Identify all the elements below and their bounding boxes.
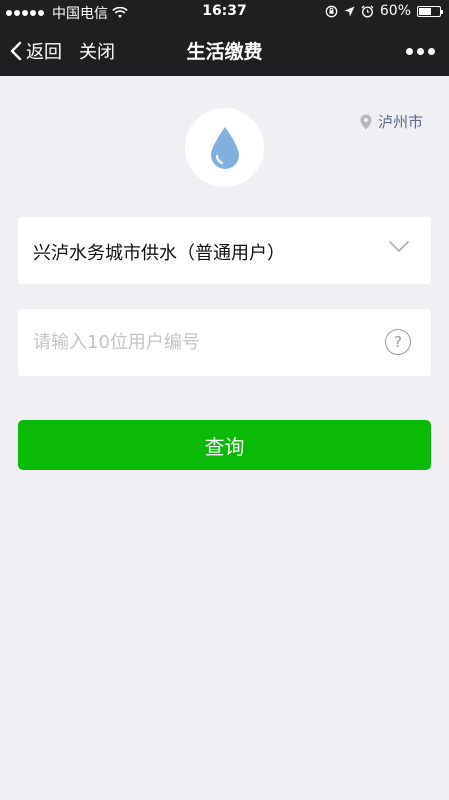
location-arrow-icon — [344, 6, 355, 16]
battery-fill — [419, 7, 431, 15]
location-selector[interactable]: 泸州市 — [360, 111, 423, 132]
battery-icon — [417, 5, 443, 17]
company-select[interactable]: 兴泸水务城市供水（普通用户） — [18, 217, 431, 284]
more-dot-icon — [417, 48, 424, 55]
status-right: 60% — [325, 3, 443, 19]
chevron-down-icon — [389, 241, 409, 252]
location-city: 泸州市 — [377, 113, 423, 131]
page-title: 生活缴费 — [186, 41, 263, 63]
more-dot-icon — [428, 48, 435, 55]
battery-percent: 60% — [379, 3, 411, 19]
more-options-button[interactable] — [406, 48, 435, 55]
orientation-lock-icon — [325, 5, 338, 17]
alarm-icon — [361, 5, 374, 17]
location-pin-icon — [360, 114, 372, 129]
more-dot-icon — [406, 48, 413, 55]
account-input-card: ? — [18, 309, 431, 376]
water-service-logo — [185, 108, 264, 187]
help-icon[interactable]: ? — [385, 329, 411, 355]
account-number-input[interactable] — [33, 327, 373, 357]
company-select-value: 兴泸水务城市供水（普通用户） — [33, 243, 285, 264]
status-bar: 中国电信 16:37 60% — [0, 0, 449, 24]
water-drop-icon — [210, 126, 239, 169]
nav-bar: 返回 关闭 生活缴费 — [0, 24, 449, 76]
query-button[interactable]: 查询 — [18, 420, 431, 470]
